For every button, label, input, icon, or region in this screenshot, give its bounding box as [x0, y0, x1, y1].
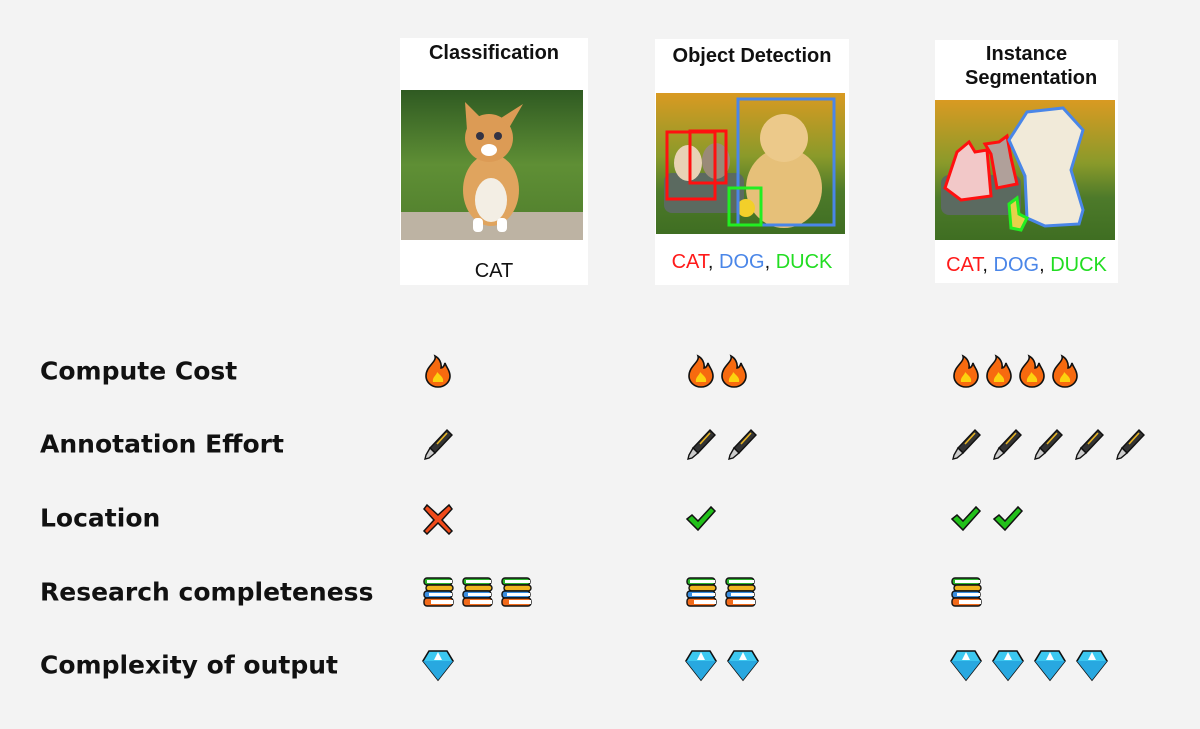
label-dog: DOG	[993, 254, 1040, 276]
books-icon	[684, 575, 718, 609]
fire-icon	[949, 354, 983, 388]
books-icon	[499, 575, 533, 609]
row-label: Compute Cost	[40, 356, 238, 386]
label-comma: ,	[982, 254, 994, 276]
card-title: Classification	[428, 42, 560, 64]
label-duck: DUCK	[1050, 254, 1107, 276]
card-object-detection: Object Detection CAT, DOG, DUCK	[655, 39, 849, 285]
pen-icon	[1031, 427, 1065, 461]
label-comma: ,	[707, 251, 720, 273]
books-icon	[421, 575, 455, 609]
fire-icon	[717, 354, 751, 388]
pen-icon	[725, 427, 759, 461]
gem-icon	[949, 648, 983, 682]
card-title: Instance Segmentation	[965, 43, 1098, 89]
pen-icon	[684, 427, 718, 461]
label-comma: ,	[1039, 254, 1051, 276]
card-labels: CAT, DOG, DUCK	[655, 251, 849, 274]
books-icon	[949, 575, 983, 609]
label-cat: CAT	[671, 251, 708, 273]
row-label: Location	[40, 503, 161, 533]
check-icon	[991, 501, 1025, 535]
card-labels: CAT, DOG, DUCK	[935, 254, 1118, 277]
segmentation-image	[935, 100, 1115, 240]
label-duck: DUCK	[775, 251, 833, 273]
cross-icon	[421, 501, 455, 535]
pen-icon	[990, 427, 1024, 461]
card-label: CAT	[400, 260, 588, 283]
card-instance-segmentation: Instance Segmentation CAT, DOG, DUCK	[935, 40, 1118, 283]
gem-icon	[421, 648, 455, 682]
gem-icon	[1075, 648, 1109, 682]
cat-image	[401, 90, 583, 240]
label-cat: CAT	[946, 254, 983, 276]
check-icon	[949, 501, 983, 535]
fire-icon	[421, 354, 455, 388]
fire-icon	[1048, 354, 1082, 388]
pen-icon	[1113, 427, 1147, 461]
gem-icon	[1033, 648, 1067, 682]
fire-icon	[982, 354, 1016, 388]
fire-icon	[684, 354, 718, 388]
pen-icon	[1072, 427, 1106, 461]
gem-icon	[726, 648, 760, 682]
gem-icon	[991, 648, 1025, 682]
fire-icon	[1015, 354, 1049, 388]
label-dog: DOG	[719, 251, 765, 273]
row-label: Research completeness	[40, 577, 374, 607]
card-title: Object Detection	[672, 45, 832, 67]
label-cat: CAT	[474, 260, 514, 282]
check-icon	[684, 501, 718, 535]
books-icon	[723, 575, 757, 609]
row-label: Annotation Effort	[40, 429, 284, 459]
pen-icon	[949, 427, 983, 461]
gem-icon	[684, 648, 718, 682]
pen-icon	[421, 427, 455, 461]
card-classification: Classification CAT	[400, 38, 588, 285]
comparison-diagram: Classification CAT Object Detection CAT,…	[0, 0, 1200, 729]
books-icon	[460, 575, 494, 609]
row-label: Complexity of output	[40, 650, 338, 680]
label-comma: ,	[764, 251, 776, 273]
detection-image	[656, 93, 845, 234]
